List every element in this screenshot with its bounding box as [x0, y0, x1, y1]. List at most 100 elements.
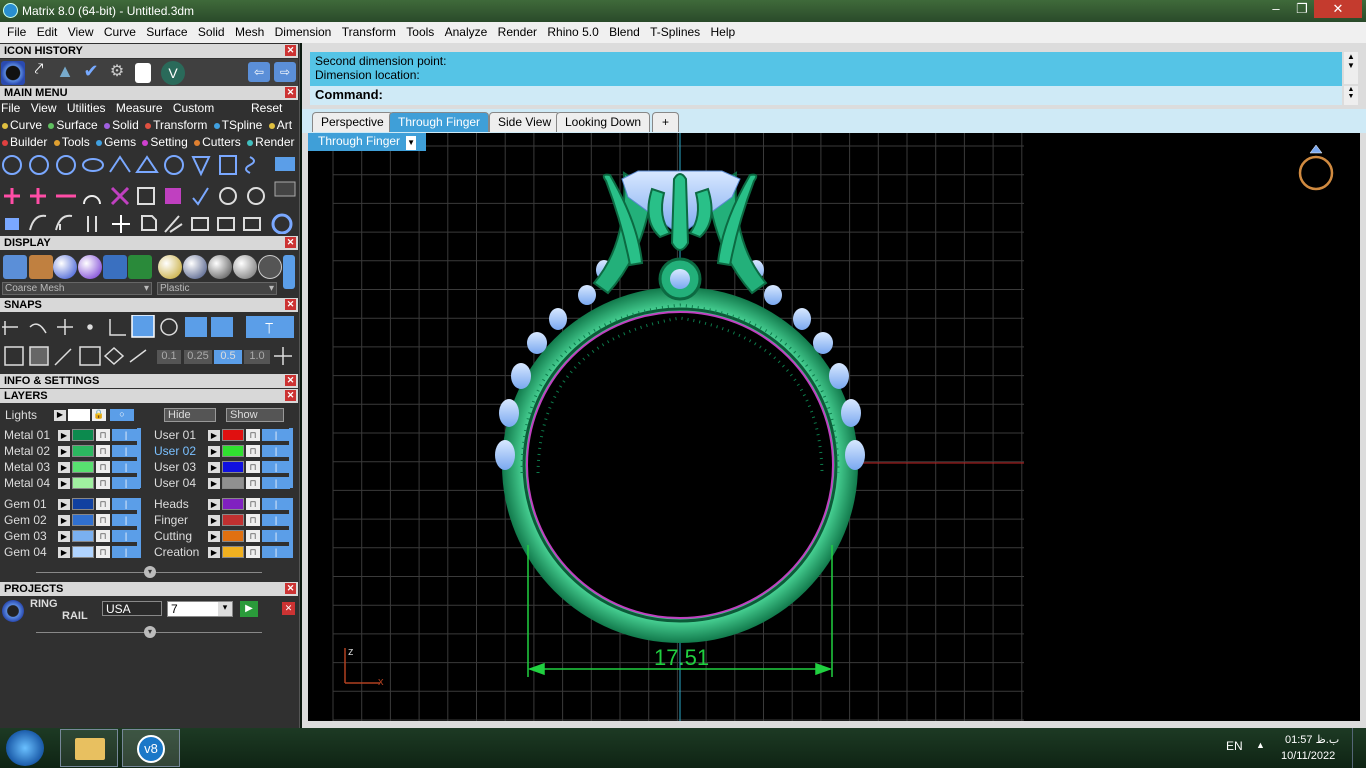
- layer-color-swatch[interactable]: [222, 461, 244, 473]
- center-gem[interactable]: [670, 269, 690, 289]
- display-toggle[interactable]: [283, 255, 295, 289]
- close-icon[interactable]: ✕: [285, 237, 296, 248]
- visible-icon[interactable]: |: [112, 514, 140, 526]
- spray-icon[interactable]: [164, 215, 183, 233]
- play-button[interactable]: ▶: [240, 601, 258, 617]
- layer-name[interactable]: Creation: [154, 545, 206, 559]
- layer-name[interactable]: Heads: [154, 497, 206, 511]
- layer-name[interactable]: User 01: [154, 428, 206, 442]
- show-desktop-button[interactable]: [1352, 728, 1366, 768]
- blocks-icon[interactable]: [5, 218, 19, 230]
- tab-through-finger[interactable]: Through Finger: [389, 112, 490, 132]
- snap-value-2[interactable]: 0.5: [214, 350, 242, 364]
- point-snap-icon[interactable]: [57, 319, 73, 335]
- lock-icon[interactable]: ⊓: [96, 530, 110, 542]
- prong-icon[interactable]: [109, 155, 131, 173]
- clock-date[interactable]: 10/11/2022: [1281, 750, 1335, 762]
- figure-icon[interactable]: [29, 255, 53, 279]
- matte-sphere-icon[interactable]: [233, 255, 257, 279]
- expand-icon[interactable]: ▶: [208, 531, 220, 542]
- layer-color-swatch[interactable]: [222, 477, 244, 489]
- lock-icon[interactable]: ⊓: [96, 445, 110, 457]
- layer-name[interactable]: Metal 04: [4, 476, 56, 490]
- gem-icon[interactable]: [164, 155, 184, 175]
- expand-icon[interactable]: ▶: [58, 478, 70, 489]
- visible-icon[interactable]: |: [262, 429, 290, 441]
- right-layer-row[interactable]: Heads ▶ ⊓ |: [154, 497, 294, 511]
- tab-gems[interactable]: Gems: [96, 135, 136, 149]
- s-curve-icon[interactable]: [245, 156, 255, 174]
- plus-pink-icon[interactable]: [30, 188, 46, 204]
- close-icon[interactable]: ✕: [285, 390, 296, 401]
- menu-dimension[interactable]: Dimension: [275, 22, 332, 39]
- left-layer-row[interactable]: Metal 04 ▶ ⊓ |: [4, 476, 144, 490]
- perp-snap-icon[interactable]: [109, 319, 126, 336]
- lock-icon[interactable]: ⊓: [246, 445, 260, 457]
- visible-icon[interactable]: |: [262, 498, 290, 510]
- circle-icon[interactable]: [2, 155, 22, 175]
- no-render-icon[interactable]: [258, 255, 282, 279]
- expand-icon[interactable]: ▶: [58, 462, 70, 473]
- explorer-taskbar-button[interactable]: [60, 729, 118, 767]
- sweep-icon[interactable]: [55, 214, 73, 231]
- lock-icon[interactable]: ⊓: [246, 546, 260, 558]
- layer-color-swatch[interactable]: [222, 429, 244, 441]
- layer-color-swatch[interactable]: [72, 530, 94, 542]
- expand-icon[interactable]: ▶: [58, 499, 70, 510]
- layer-name[interactable]: Gem 01: [4, 497, 56, 511]
- layer-color-swatch[interactable]: [72, 429, 94, 441]
- lock-icon[interactable]: ⊓: [246, 429, 260, 441]
- lock-icon[interactable]: ⊓: [96, 477, 110, 489]
- expand-icon[interactable]: ▶: [208, 446, 220, 457]
- right-layer-row[interactable]: Finger ▶ ⊓ |: [154, 513, 294, 527]
- line-icon[interactable]: [54, 348, 72, 366]
- left-layer-row[interactable]: Metal 02 ▶ ⊓ |: [4, 444, 144, 458]
- split-icon[interactable]: [191, 217, 209, 231]
- close-icon[interactable]: ✕: [285, 87, 296, 98]
- ring-blue-icon[interactable]: [271, 213, 293, 235]
- menu-transform[interactable]: Transform: [342, 22, 396, 39]
- tab-side-view[interactable]: Side View: [489, 112, 561, 132]
- show-button[interactable]: Show: [226, 408, 284, 422]
- menu-rhino[interactable]: Rhino 5.0: [547, 22, 598, 39]
- expand-icon[interactable]: ▶: [58, 531, 70, 542]
- visible-icon[interactable]: |: [112, 477, 140, 489]
- menu-solid[interactable]: Solid: [198, 22, 225, 39]
- layer-color-swatch[interactable]: [222, 546, 244, 558]
- pattern-icon[interactable]: [165, 188, 181, 204]
- layer-name[interactable]: User 02: [154, 444, 206, 458]
- viewport-canvas[interactable]: 17.51 z x: [308, 133, 1360, 721]
- expand-icon[interactable]: ▶: [58, 515, 70, 526]
- menu-mesh[interactable]: Mesh: [235, 22, 264, 39]
- layer-name[interactable]: User 03: [154, 460, 206, 474]
- tab-setting[interactable]: Setting: [142, 135, 188, 149]
- mm-utilities[interactable]: Utilities: [67, 101, 106, 115]
- lock-icon[interactable]: ⊓: [96, 514, 110, 526]
- ring-icon[interactable]: [56, 155, 76, 175]
- back-arrow-icon[interactable]: ⇦: [248, 62, 270, 82]
- shaded-sphere-icon[interactable]: [53, 255, 77, 279]
- lock-icon[interactable]: ⊓: [96, 461, 110, 473]
- plus-pink-icon[interactable]: [4, 188, 20, 204]
- lock-icon[interactable]: ⊓: [246, 514, 260, 526]
- menu-help[interactable]: Help: [711, 22, 736, 39]
- check-icon[interactable]: ✔: [79, 61, 103, 85]
- lock-icon[interactable]: ⊓: [96, 498, 110, 510]
- visible-icon[interactable]: |: [262, 530, 290, 542]
- cen-snap-icon[interactable]: [131, 314, 155, 338]
- layer-color-swatch[interactable]: [72, 461, 94, 473]
- visible-icon[interactable]: |: [112, 461, 140, 473]
- visible-icon[interactable]: |: [262, 477, 290, 489]
- right-layer-row[interactable]: User 02 ▶ ⊓ |: [154, 444, 294, 458]
- box-icon[interactable]: [29, 346, 49, 366]
- matrix-taskbar-button[interactable]: v8: [122, 729, 180, 767]
- document-icon[interactable]: [135, 63, 151, 83]
- circle-tool-icon[interactable]: [1, 61, 25, 85]
- menu-blend[interactable]: Blend: [609, 22, 640, 39]
- right-layer-row[interactable]: Creation ▶ ⊓ |: [154, 545, 294, 559]
- layer-color-swatch[interactable]: [72, 546, 94, 558]
- curve-points-icon[interactable]: ⤤: [27, 61, 51, 85]
- snap-value-1[interactable]: 0.25: [184, 350, 212, 364]
- tab-art[interactable]: Art: [268, 118, 292, 132]
- right-layer-row[interactable]: User 03 ▶ ⊓ |: [154, 460, 294, 474]
